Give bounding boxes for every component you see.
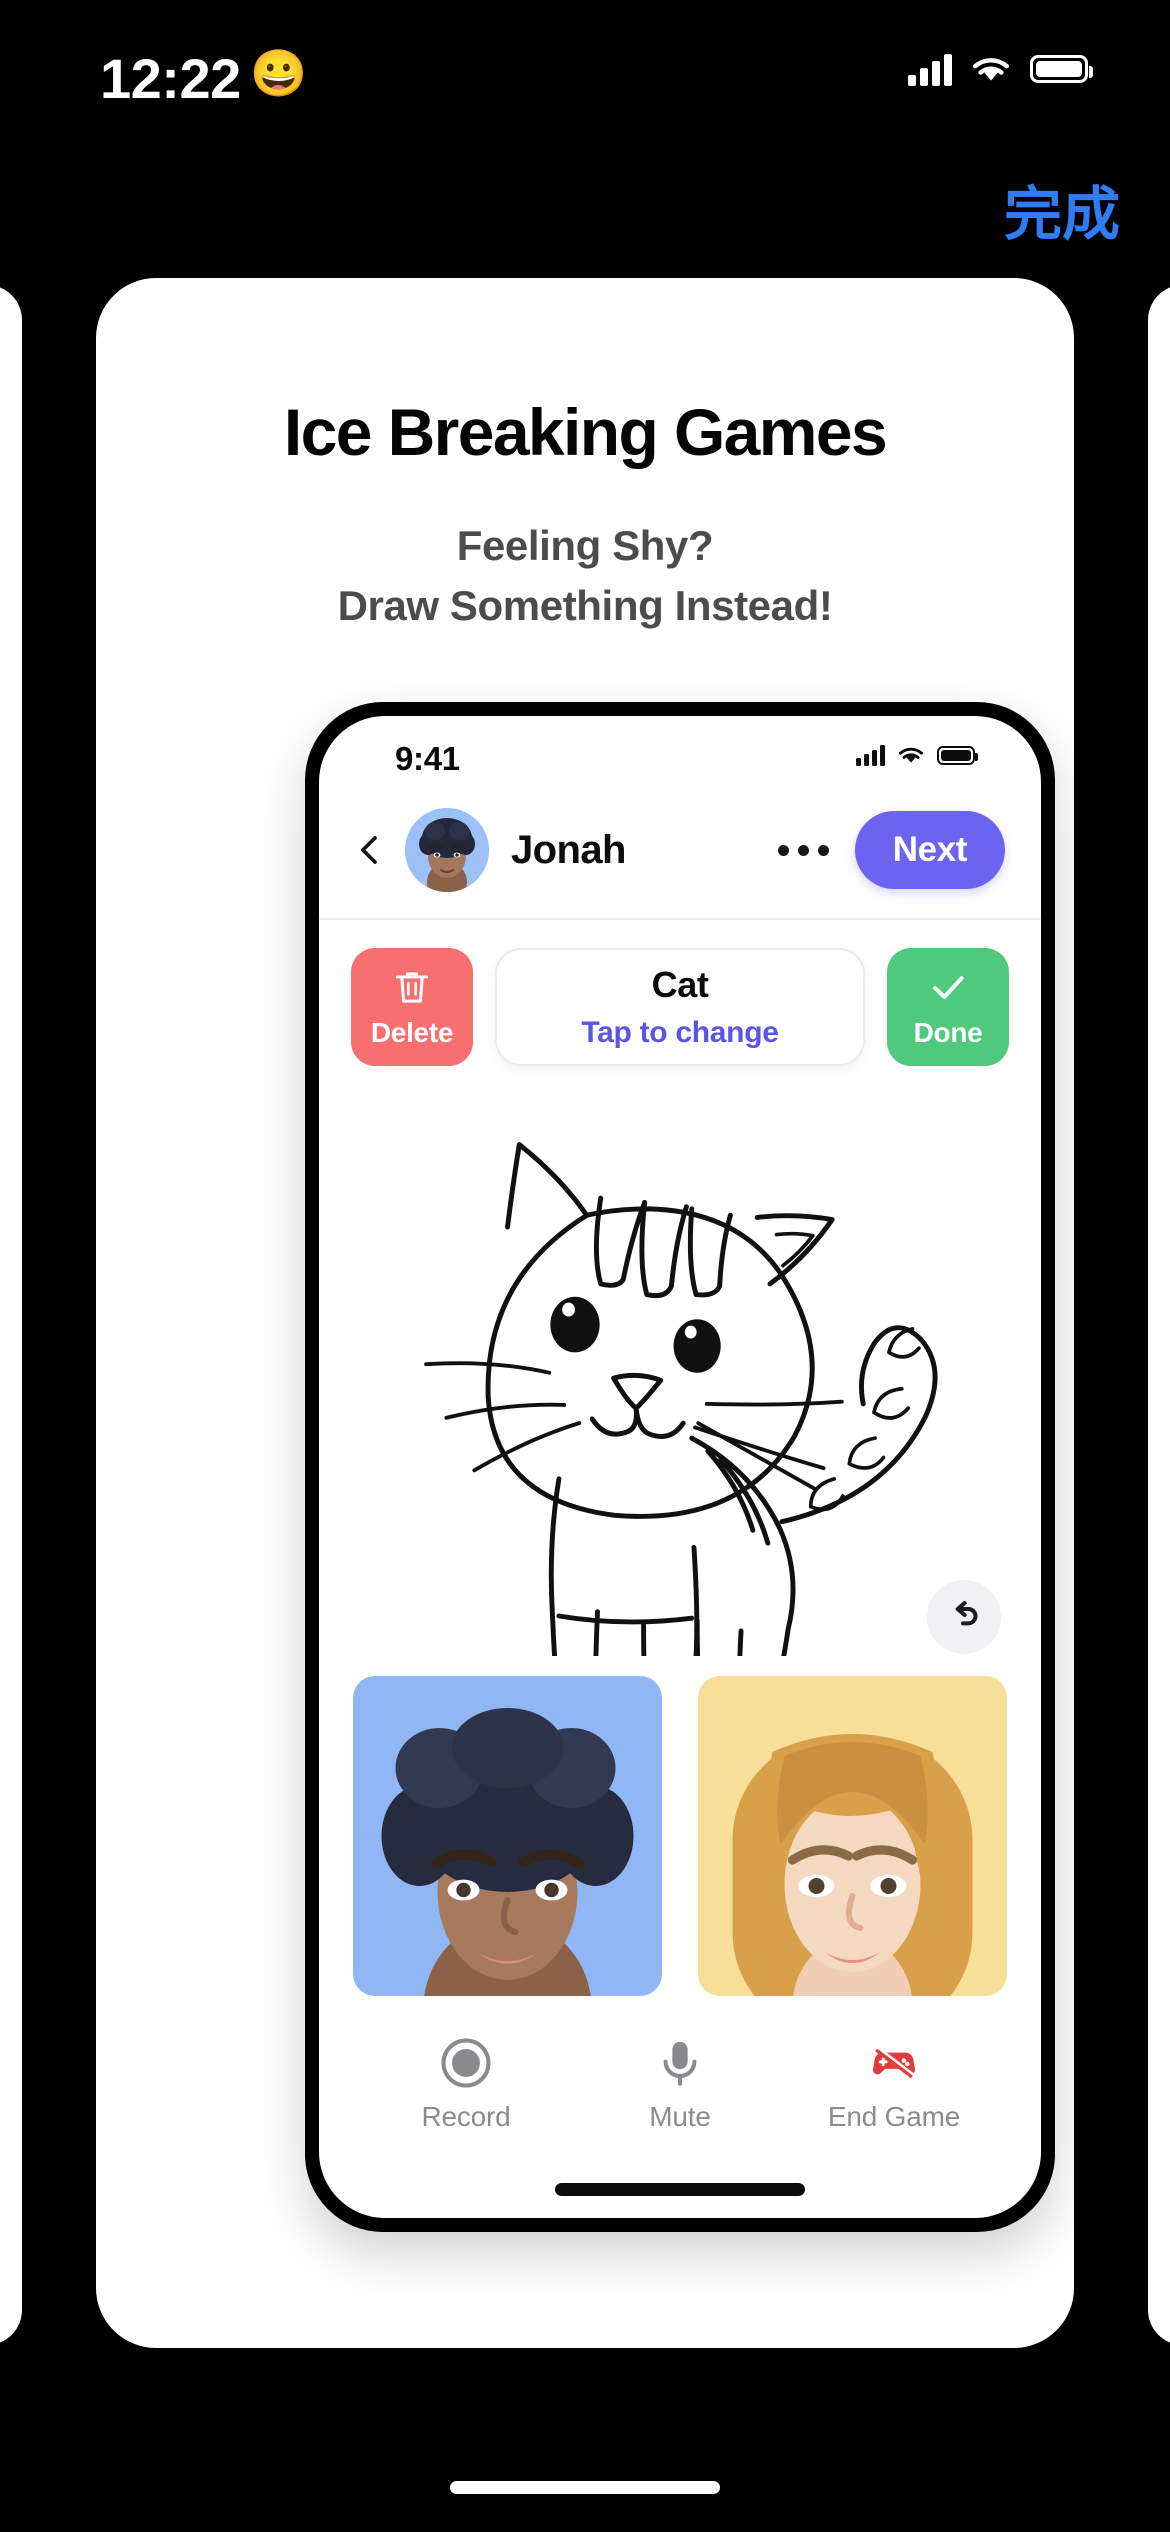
phone-status-icons — [856, 744, 978, 766]
subtitle-line-1: Feeling Shy? — [456, 522, 714, 569]
os-clock: 12:22 — [100, 47, 241, 110]
phone-status-bar: 9:41 — [319, 716, 1041, 802]
prompt-word: Cat — [651, 964, 709, 1005]
delete-button[interactable]: Delete — [351, 948, 473, 1066]
call-controls: Record Mute End Game — [319, 1996, 1041, 2133]
record-label: Record — [421, 2101, 511, 2132]
avatar-tile-partner-image — [698, 1676, 1007, 1996]
cellular-signal-icon — [856, 744, 885, 766]
page-title: Ice Breaking Games — [283, 395, 888, 469]
ellipsis-icon[interactable] — [777, 844, 829, 856]
cellular-signal-icon — [908, 52, 952, 86]
done-label: Done — [913, 1017, 983, 1048]
mute-label: Mute — [649, 2101, 711, 2132]
mute-control[interactable]: Mute — [573, 2036, 787, 2133]
carousel-card-next[interactable] — [1148, 285, 1170, 2345]
battery-icon — [1030, 55, 1093, 83]
carousel-card-previous[interactable] — [0, 285, 22, 2345]
done-drawing-button[interactable]: Done — [887, 948, 1009, 1066]
record-circle-icon — [441, 2038, 491, 2088]
phone-mockup: 9:41 Jonah Next Delete Cat Tap to change… — [305, 702, 1055, 2232]
gamepad-slash-icon — [872, 2045, 916, 2079]
drawing-canvas[interactable] — [319, 1090, 1041, 1660]
os-home-indicator[interactable] — [450, 2481, 720, 2494]
chevron-left-icon[interactable] — [353, 833, 387, 867]
avatar-tile-jonah[interactable] — [353, 1676, 662, 1996]
trash-icon — [395, 972, 429, 1003]
end-game-label: End Game — [827, 2101, 961, 2132]
os-status-bar: 12:22 😀 — [0, 0, 1170, 140]
avatar[interactable] — [405, 808, 489, 892]
cat-doodle — [424, 1142, 938, 1656]
undo-arrow-icon — [955, 1601, 978, 1626]
smiley-face-icon: 😀 — [250, 47, 308, 99]
phone-home-indicator — [555, 2183, 805, 2196]
end-game-control[interactable]: End Game — [787, 2036, 1001, 2133]
os-status-icons — [908, 52, 1093, 86]
prompt-hint: Tap to change — [581, 1016, 779, 1049]
wifi-icon — [973, 58, 1009, 81]
participant-tiles — [319, 1660, 1041, 1996]
word-prompt-card[interactable]: Cat Tap to change — [495, 948, 865, 1066]
done-button[interactable]: 完成 — [1004, 170, 1120, 260]
onboarding-card: Ice Breaking Games Feeling Shy? Draw Som… — [96, 278, 1074, 2348]
avatar-tile-partner[interactable] — [698, 1676, 1007, 1996]
battery-icon — [937, 745, 978, 765]
peer-name: Jonah — [511, 827, 626, 872]
subtitle-line-2: Draw Something Instead! — [337, 581, 833, 629]
screen-root: 12:22 😀 完成 Ice Breaking Games Feeling Sh… — [0, 0, 1170, 2532]
delete-label: Delete — [370, 1017, 454, 1048]
avatar-jonah-image — [405, 808, 489, 892]
page-subtitle: Feeling Shy? Draw Something Instead! — [96, 516, 1074, 635]
avatar-tile-jonah-image — [353, 1676, 662, 1996]
check-icon — [933, 976, 964, 999]
os-nav-bar: 完成 — [0, 170, 1170, 260]
microphone-icon — [663, 2041, 697, 2086]
drawing-toolbar: Delete Cat Tap to change Done — [319, 920, 1041, 1090]
phone-clock: 9:41 — [395, 740, 460, 777]
next-button[interactable]: Next — [854, 811, 1005, 889]
phone-header: Jonah Next — [319, 802, 1041, 920]
record-control[interactable]: Record — [359, 2036, 573, 2133]
wifi-icon — [899, 747, 923, 763]
undo-button[interactable] — [927, 1580, 1001, 1654]
phone-screen: 9:41 Jonah Next Delete Cat Tap to change… — [319, 716, 1041, 2218]
